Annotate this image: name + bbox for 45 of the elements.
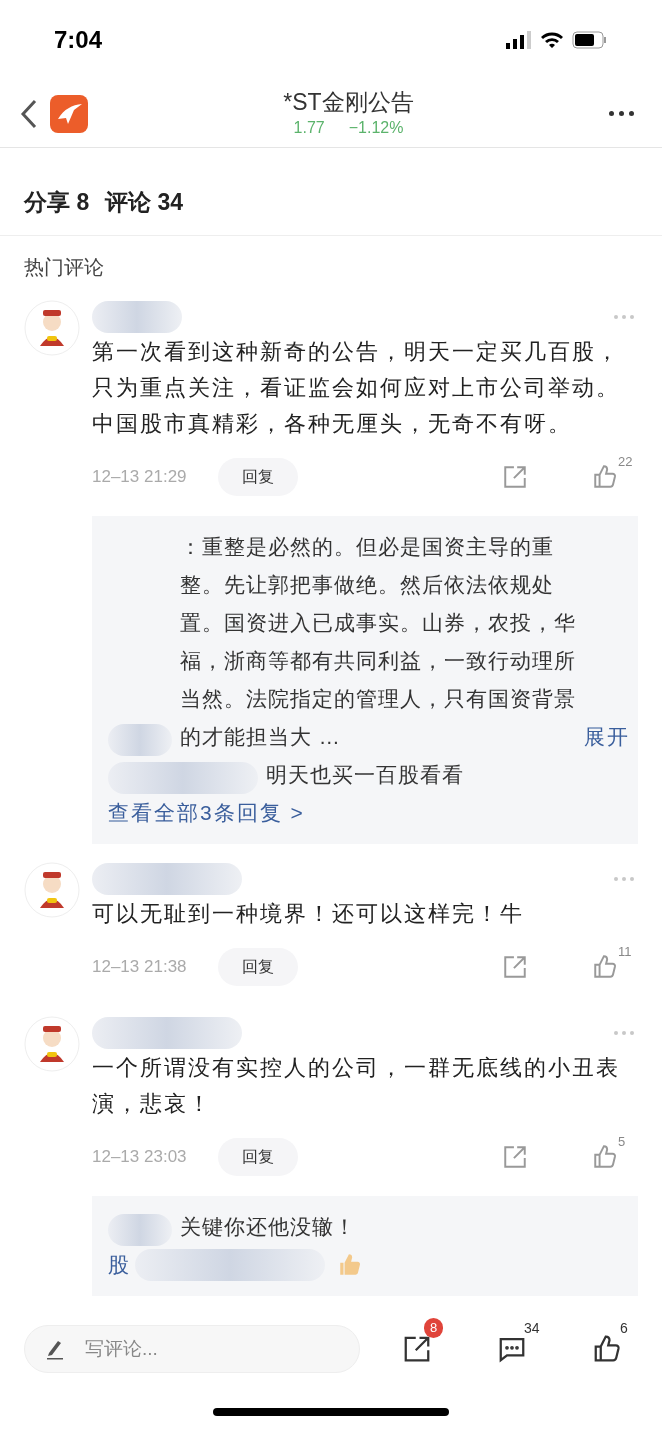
back-icon[interactable] xyxy=(20,98,38,129)
comment-text: 可以无耻到一种境界！还可以这样完！牛 xyxy=(92,900,525,928)
thumbs-up-icon[interactable] xyxy=(592,1144,618,1170)
reply-text: 关键你还他没辙！ xyxy=(180,1214,357,1240)
avatar-icon xyxy=(24,1016,80,1072)
reply-text: 股 xyxy=(108,1252,131,1278)
thumbs-up-icon[interactable] xyxy=(592,464,618,490)
share-icon[interactable] xyxy=(402,1334,432,1364)
like-count: 22 xyxy=(618,453,633,471)
more-icon[interactable] xyxy=(609,111,634,116)
like-count: 11 xyxy=(618,943,632,961)
like-total: 6 xyxy=(620,1319,628,1338)
comment-count[interactable]: 评论 34 xyxy=(105,184,184,219)
wifi-icon xyxy=(540,31,564,49)
comment-time: 12–13 21:29 xyxy=(92,466,188,489)
reply-button[interactable]: 回复 xyxy=(218,1138,298,1176)
share-badge: 8 xyxy=(424,1318,444,1338)
page-title: *ST金刚公告 xyxy=(283,87,414,116)
section-title: 热门评论 xyxy=(24,256,104,278)
signal-icon xyxy=(506,31,532,49)
stock-price: 1.77 xyxy=(293,117,325,138)
expand-link[interactable]: 展开 xyxy=(584,718,630,756)
reply-button[interactable]: 回复 xyxy=(218,458,298,496)
share-count[interactable]: 分享 8 xyxy=(24,184,90,219)
comment-time: 12–13 21:38 xyxy=(92,956,188,979)
comment-time: 12–13 23:03 xyxy=(92,1146,188,1169)
battery-icon xyxy=(572,31,608,49)
comment-text: 第一次看到这种新奇的公告，明天一定买几百股，只为重点关注，看证监会如何应对上市公司举动。中国股市真精彩，各种无厘头，无奇不有呀。 xyxy=(92,338,621,438)
reply-text: 明天也买一百股看看 xyxy=(266,762,465,788)
like-count: 5 xyxy=(618,1133,626,1151)
pencil-icon xyxy=(45,1338,65,1360)
app-logo-icon[interactable] xyxy=(50,94,88,133)
reply-button[interactable]: 回复 xyxy=(218,948,298,986)
reply-text: ：重整是必然的。但必是国资主导的重整。先让郭把事做绝。然后依法依规处置。国资进入已成事实。山券，农投，华福，浙商等都有共同利益，一致行动理所当然。法院指定的管理人，只有国资背景的才能担当大 … xyxy=(180,534,576,750)
thumbs-up-icon[interactable] xyxy=(592,954,618,980)
blurred-name xyxy=(108,724,172,756)
comment-total: 34 xyxy=(524,1319,540,1338)
comment-text: 一个所谓没有实控人的公司，一群无底线的小丑表演，悲哀！ xyxy=(92,1054,621,1118)
blurred-name xyxy=(108,1214,172,1246)
thumbs-up-icon[interactable] xyxy=(592,1334,622,1364)
price-change: −1.12% xyxy=(348,117,404,138)
avatar-icon xyxy=(24,862,80,918)
avatar-icon xyxy=(24,300,80,356)
view-all-replies-link[interactable]: 查看全部3条回复 > xyxy=(108,794,630,832)
status-time: 7:04 xyxy=(54,25,103,55)
